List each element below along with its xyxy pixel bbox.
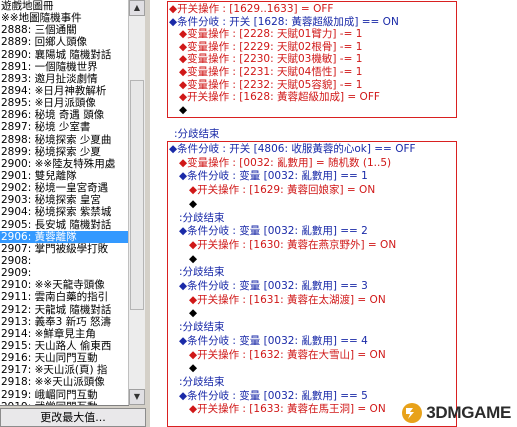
list-item[interactable]: 2900: ※※陸友特殊用處 — [0, 158, 128, 170]
scroll-up-arrow-icon[interactable]: ▲ — [129, 0, 145, 16]
list-item[interactable]: 2906: 黃蓉離隊 — [0, 230, 128, 243]
script-line[interactable]: ◆开关操作 : [1632: 黃蓉在大雪山] = ON — [189, 349, 386, 362]
script-line[interactable]: ◆条件分岐 : 开关 [4806: 收服黃蓉的心ok] == OFF — [169, 143, 416, 156]
change-max-value-button[interactable]: 更改最大值... — [0, 408, 146, 427]
script-line[interactable]: ◆变量操作 : [0032: 亂數用] = 随机数 (1..5) — [179, 157, 391, 170]
branch-end-line[interactable]: :分歧结束 — [174, 128, 220, 141]
script-line[interactable]: ◆条件分岐 : 变量 [0032: 亂數用] == 1 — [179, 170, 368, 183]
script-line[interactable]: ◆ — [189, 198, 197, 211]
script-line[interactable]: ◆条件分岐 : 变量 [0032: 亂數用] == 2 — [179, 225, 368, 238]
scroll-down-arrow-icon[interactable]: ▼ — [129, 389, 145, 405]
list-item[interactable]: 2898: 秘境探索 少夏曲 — [0, 134, 128, 146]
event-list-panel: 遊戲地圖冊 ※※地圖隨機事件 2888: 三個通關 2889: 回鄉人頭像 2890: … — [0, 0, 146, 427]
list-item[interactable]: 2916: 天山同門互動 — [0, 352, 128, 364]
list-item[interactable]: 2902: 秘境一皇宮奇遇 — [0, 182, 128, 194]
list-item[interactable]: 2912: 天龍城 隨機對話 — [0, 304, 128, 316]
script-line[interactable]: ◆开关操作 : [1629: 黃蓉回娘家] = ON — [189, 184, 375, 197]
list-item[interactable]: 2896: 秘境 奇遇 頭像 — [0, 109, 128, 121]
list-item[interactable]: 2891: 一個隨機世界 — [0, 61, 128, 73]
script-line[interactable]: ◆条件分岐 : 变量 [0032: 亂數用] == 5 — [179, 390, 368, 403]
list-item[interactable]: 2914: ※鮮章見主角 — [0, 328, 128, 340]
script-line[interactable]: :分歧结束 — [179, 376, 225, 389]
script-line[interactable]: ◆ — [189, 362, 197, 375]
script-line[interactable]: ◆条件分岐 : 开关 [1628: 黃蓉超級加成] == ON — [169, 16, 399, 29]
list-item[interactable]: 遊戲地圖冊 — [0, 0, 128, 12]
list-item[interactable]: 2918: ※※天山派頭像 — [0, 376, 128, 388]
event-list[interactable]: 遊戲地圖冊 ※※地圖隨機事件 2888: 三個通關 2889: 回鄉人頭像 2890: … — [0, 0, 129, 406]
list-item[interactable]: ※※地圖隨機事件 — [0, 12, 128, 24]
watermark: 3DMGAME — [401, 402, 511, 424]
script-line[interactable]: ◆变量操作 : [2229: 天賦02根骨] -= 1 — [179, 41, 362, 54]
list-item[interactable]: 2897: 秘境 少室書 — [0, 121, 128, 133]
list-item[interactable]: 2909: — [0, 267, 128, 279]
list-item[interactable]: 2888: 三個通關 — [0, 24, 128, 36]
event-script-panel[interactable]: :分歧结束 ◆开关操作 : [1629..1633] = OFF ◆条件分岐 : … — [150, 0, 517, 427]
script-line[interactable]: ◆变量操作 : [2230: 天賦03機敏] -= 1 — [179, 53, 362, 66]
list-item[interactable]: 2895: ※日月派頭像 — [0, 97, 128, 109]
script-line[interactable]: ◆变量操作 : [2228: 天賦01臂力] -= 1 — [179, 28, 362, 41]
script-line[interactable]: ◆变量操作 : [2231: 天賦04悟性] -= 1 — [179, 66, 362, 79]
3dm-logo-icon — [402, 403, 423, 423]
watermark-text: 3DMGAME — [426, 403, 511, 422]
script-line[interactable]: ◆ — [179, 104, 187, 117]
script-line[interactable]: ◆ — [189, 307, 197, 320]
list-item[interactable]: 2919: 峨嵋同門互動 — [0, 389, 128, 401]
list-item[interactable]: 2911: 雲南白藥的指引 — [0, 291, 128, 303]
list-item[interactable]: 2907: 掌門被級學打敗 — [0, 243, 128, 255]
list-item[interactable]: 2903: 秘境探索 皇宮 — [0, 194, 128, 206]
script-line[interactable]: ◆ — [189, 253, 197, 266]
script-line[interactable]: ◆开关操作 : [1628: 黃蓉超級加成] = OFF — [179, 91, 380, 104]
script-line[interactable]: ◆条件分岐 : 变量 [0032: 亂數用] == 4 — [179, 335, 368, 348]
list-item[interactable]: 2905: 長安城 隨機對話 — [0, 219, 128, 231]
list-item[interactable]: 2908: — [0, 255, 128, 267]
list-item[interactable]: 2890: 襄陽城 隨機對話 — [0, 49, 128, 61]
script-line[interactable]: ◆开关操作 : [1631: 黃蓉在太湖渡] = ON — [189, 294, 386, 307]
scrollbar-thumb[interactable] — [130, 80, 144, 310]
list-item[interactable]: 2901: 雙兒離隊 — [0, 170, 128, 182]
script-line[interactable]: ◆变量操作 : [2232: 天賦05容貌] -= 1 — [179, 79, 362, 92]
script-line[interactable]: ◆条件分岐 : 变量 [0032: 亂數用] == 3 — [179, 280, 368, 293]
list-item[interactable]: 2910: ※※天龍寺頭像 — [0, 279, 128, 291]
script-line[interactable]: :分歧结束 — [179, 266, 225, 279]
list-item[interactable]: 2889: 回鄉人頭像 — [0, 36, 128, 48]
list-item[interactable]: 2893: 邀月扯淡劇情 — [0, 73, 128, 85]
script-line[interactable]: ◆开关操作 : [1629..1633] = OFF — [169, 3, 333, 16]
list-item[interactable]: 2899: 秘境探索 少夏 — [0, 146, 128, 158]
list-item[interactable]: 2894: ※日月神教解析 — [0, 85, 128, 97]
list-item[interactable]: 2913: 義奉3 新巧 怒濤 — [0, 316, 128, 328]
script-line[interactable]: :分歧结束 — [179, 321, 225, 334]
list-item[interactable]: 2915: 天山路人 偷東西 — [0, 340, 128, 352]
script-line[interactable]: ◆开关操作 : [1630: 黃蓉在燕京野外] = ON — [189, 239, 396, 252]
event-list-scrollbar[interactable]: ▲ ▼ — [128, 0, 145, 405]
script-line[interactable]: :分歧结束 — [179, 212, 225, 225]
list-item[interactable]: 2919: 武當同門互動 — [0, 401, 128, 405]
list-item[interactable]: 2917: ※天山派(頁) 指 — [0, 364, 128, 376]
script-line[interactable]: ◆开关操作 : [1633: 黃蓉在馬王洞] = ON — [189, 403, 386, 416]
list-item[interactable]: 2904: 秘境探索 紫禁城 — [0, 206, 128, 218]
